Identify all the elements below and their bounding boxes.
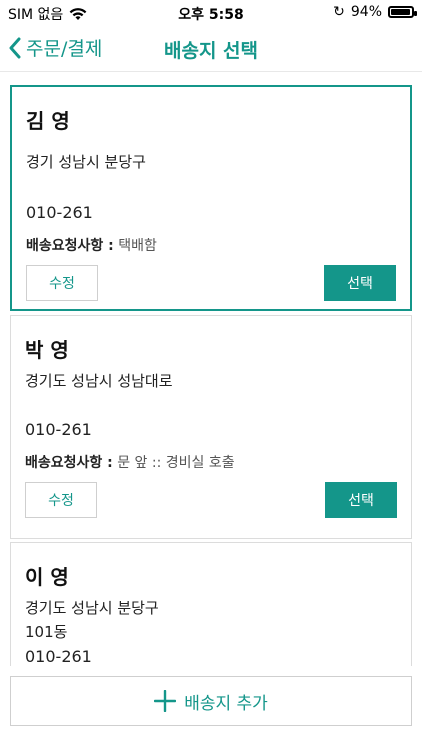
- select-button[interactable]: 선택: [324, 265, 396, 301]
- back-button[interactable]: 주문/결제: [8, 34, 102, 61]
- phone-number: 010-261: [25, 420, 92, 439]
- add-address-label: 배송지 추가: [184, 693, 268, 714]
- edit-button[interactable]: 수정: [25, 482, 97, 518]
- battery-percent: 94%: [350, 4, 382, 20]
- delivery-request: 배송요청사항 : 택배함: [26, 235, 157, 255]
- address-selection-screen: SIM 없음 오후 5:58 ↻ 94% 주문/결제 배송지 선택 김 영 경기…: [0, 0, 422, 750]
- back-label: 주문/결제: [26, 38, 103, 60]
- address-text: 경기 성남시 분당구: [26, 153, 146, 171]
- recipient-name: 김 영: [26, 109, 70, 133]
- battery-fill: [391, 9, 410, 15]
- delivery-request-label: 배송요청사항 :: [25, 455, 113, 471]
- phone-number: 010-261: [26, 203, 93, 222]
- orientation-lock-icon: ↻: [333, 4, 345, 20]
- add-address-button[interactable]: 배송지 추가: [10, 676, 412, 726]
- address-list[interactable]: 김 영 경기 성남시 분당구 010-261 배송요청사항 : 택배함 수정 선…: [0, 72, 422, 666]
- phone-number: 010-261: [25, 647, 92, 666]
- delivery-request-value: 택배함: [118, 238, 157, 254]
- battery-tip: [414, 11, 417, 16]
- edit-button[interactable]: 수정: [26, 265, 98, 301]
- plus-icon: [154, 690, 177, 712]
- status-right: ↻ 94%: [333, 4, 417, 20]
- recipient-name: 이 영: [25, 565, 69, 589]
- battery-icon: [388, 6, 417, 18]
- address-card[interactable]: 이 영 경기도 성남시 분당구 101동 010-261: [10, 542, 412, 666]
- select-button[interactable]: 선택: [325, 482, 397, 518]
- delivery-request-value: 문 앞 :: 경비실 호출: [117, 455, 235, 471]
- address-card[interactable]: 박 영 경기도 성남시 성남대로 010-261 배송요청사항 : 문 앞 ::…: [10, 315, 412, 539]
- delivery-request-label: 배송요청사항 :: [26, 238, 114, 254]
- status-bar: SIM 없음 오후 5:58 ↻ 94%: [0, 0, 422, 24]
- chevron-left-icon: [8, 37, 22, 59]
- nav-bar: 주문/결제 배송지 선택: [0, 24, 422, 72]
- address-card[interactable]: 김 영 경기 성남시 분당구 010-261 배송요청사항 : 택배함 수정 선…: [10, 85, 412, 311]
- address-text-line2: 101동: [25, 623, 68, 641]
- delivery-request: 배송요청사항 : 문 앞 :: 경비실 호출: [25, 452, 235, 472]
- address-text: 경기도 성남시 성남대로: [25, 372, 173, 390]
- address-text: 경기도 성남시 분당구: [25, 599, 159, 617]
- recipient-name: 박 영: [25, 338, 69, 362]
